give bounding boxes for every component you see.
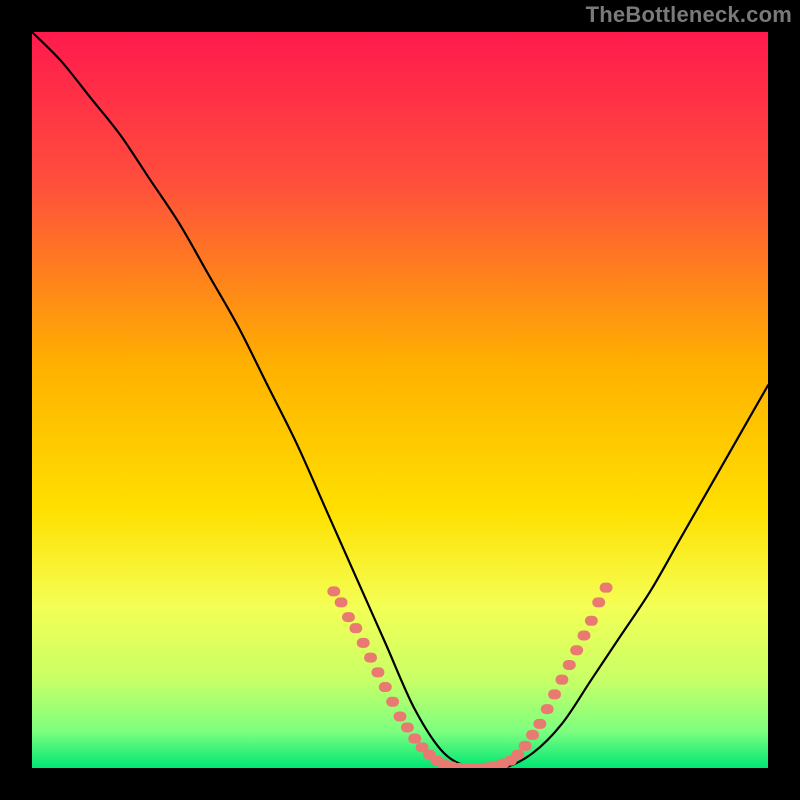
- curve-marker: [585, 616, 598, 626]
- curve-marker: [364, 653, 377, 663]
- curve-marker: [519, 741, 532, 751]
- curve-marker: [592, 597, 605, 607]
- curve-marker: [548, 689, 561, 699]
- curve-marker: [541, 704, 554, 714]
- curve-marker: [386, 697, 399, 707]
- curve-marker: [511, 750, 524, 760]
- curve-marker: [533, 719, 546, 729]
- watermark-text: TheBottleneck.com: [586, 2, 792, 28]
- curve-marker: [349, 623, 362, 633]
- chart-frame: TheBottleneck.com: [0, 0, 800, 800]
- curve-marker: [342, 612, 355, 622]
- curve-marker: [526, 730, 539, 740]
- curve-marker: [357, 638, 370, 648]
- bottleneck-chart: [32, 32, 768, 768]
- curve-marker: [555, 675, 568, 685]
- curve-marker: [394, 711, 407, 721]
- curve-marker: [327, 586, 340, 596]
- curve-marker: [371, 667, 384, 677]
- curve-marker: [379, 682, 392, 692]
- curve-layer: [32, 32, 768, 768]
- curve-marker: [578, 631, 591, 641]
- curve-marker: [600, 583, 613, 593]
- curve-marker: [570, 645, 583, 655]
- curve-marker: [335, 597, 348, 607]
- curve-marker: [408, 734, 421, 744]
- plot-area: [32, 32, 768, 768]
- bottleneck-curve: [32, 32, 768, 768]
- curve-marker: [401, 723, 414, 733]
- curve-marker: [563, 660, 576, 670]
